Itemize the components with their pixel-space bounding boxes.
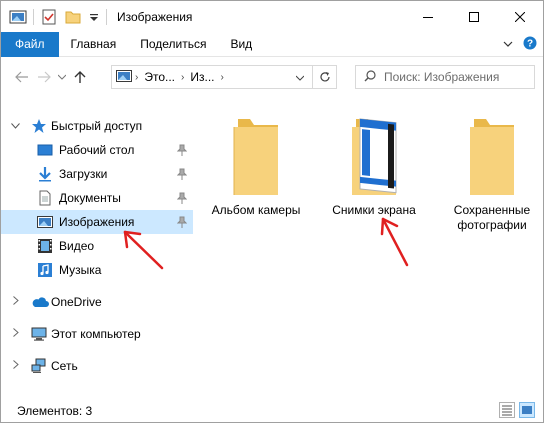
view-switcher [499, 402, 535, 418]
nav-item-documents[interactable]: Документы [1, 186, 193, 210]
ribbon-right-controls: ? [503, 32, 537, 57]
download-arrow-icon [37, 166, 53, 182]
tab-share[interactable]: Поделиться [128, 32, 218, 57]
recent-locations-chevron-icon[interactable] [55, 65, 69, 89]
cloud-icon [31, 295, 49, 311]
minimize-button[interactable] [405, 1, 451, 32]
file-view: Альбом камеры Снимки экрана Сохраненные … [201, 101, 543, 391]
collapsed-chevron-icon[interactable] [13, 296, 19, 308]
network-icon [31, 358, 47, 374]
tab-file[interactable]: Файл [1, 31, 59, 57]
back-button[interactable] [11, 65, 33, 89]
breadcrumb-pictures[interactable]: Из... [187, 70, 217, 84]
properties-icon[interactable] [40, 8, 58, 26]
toolbar-separator [33, 8, 34, 25]
folder-name: Сохраненные фотографии [437, 203, 543, 233]
tab-view[interactable]: Вид [218, 32, 264, 57]
expand-ribbon-chevron-icon[interactable] [503, 38, 513, 52]
refresh-button[interactable] [312, 66, 336, 88]
toolbar-separator [106, 8, 107, 25]
pictures-location-icon [116, 69, 132, 86]
status-bar: Элементов: 3 [1, 399, 543, 422]
folder-name-line: фотографии [457, 218, 527, 232]
nav-onedrive[interactable]: OneDrive [1, 290, 193, 314]
items-count: Элементов: 3 [17, 404, 93, 418]
nav-item-videos[interactable]: Видео [1, 234, 193, 258]
folder-item[interactable]: Сохраненные фотографии [437, 115, 543, 233]
breadcrumb-chevron-icon[interactable]: › [178, 72, 187, 83]
pictures-window-icon [9, 8, 27, 26]
close-button[interactable] [497, 1, 543, 32]
search-placeholder: Поиск: Изображения [384, 70, 500, 84]
nav-label: Быстрый доступ [51, 119, 143, 133]
collapsed-chevron-icon[interactable] [13, 360, 19, 372]
folder-item[interactable]: Альбом камеры [201, 115, 311, 218]
nav-this-pc[interactable]: Этот компьютер [1, 322, 193, 346]
folder-item[interactable]: Снимки экрана [319, 115, 429, 218]
customize-toolbar-chevron-icon[interactable] [88, 8, 100, 26]
pin-icon[interactable] [176, 192, 188, 204]
address-bar[interactable]: › Это... › Из... › [111, 65, 337, 89]
nav-label: OneDrive [51, 295, 102, 309]
nav-item-pictures[interactable]: Изображения [1, 210, 193, 234]
nav-item-downloads[interactable]: Загрузки [1, 162, 193, 186]
computer-icon [31, 326, 47, 342]
help-icon[interactable]: ? [523, 36, 537, 53]
window-title: Изображения [117, 9, 193, 24]
pin-icon[interactable] [176, 144, 188, 156]
desktop-icon [37, 142, 53, 158]
window-controls [405, 1, 543, 32]
breadcrumb-chevron-icon[interactable]: › [132, 72, 141, 83]
ribbon-tabs: Файл Главная Поделиться Вид ? [1, 31, 543, 57]
nav-label: Документы [59, 191, 121, 205]
quick-access-toolbar [1, 1, 113, 32]
folder-icon [460, 115, 524, 199]
screenshots-folder-icon [342, 115, 406, 199]
collapsed-chevron-icon[interactable] [13, 328, 19, 340]
up-button[interactable] [69, 65, 91, 89]
nav-label: Изображения [59, 215, 135, 229]
nav-item-desktop[interactable]: Рабочий стол [1, 138, 193, 162]
nav-label: Этот компьютер [51, 327, 141, 341]
folder-icon [224, 115, 288, 199]
pin-icon[interactable] [176, 216, 188, 228]
address-dropdown-chevron-icon[interactable] [295, 70, 305, 84]
maximize-button[interactable] [451, 1, 497, 32]
music-icon [37, 262, 53, 278]
nav-label: Загрузки [59, 167, 108, 181]
nav-label: Рабочий стол [59, 143, 135, 157]
breadcrumb-chevron-icon[interactable]: › [218, 72, 227, 83]
tab-home[interactable]: Главная [59, 32, 129, 57]
nav-quick-access[interactable]: Быстрый доступ [1, 114, 193, 138]
pictures-icon [37, 214, 53, 230]
search-icon [364, 69, 376, 85]
nav-network[interactable]: Сеть [1, 354, 193, 378]
pin-icon[interactable] [176, 168, 188, 180]
folder-name: Снимки экрана [332, 203, 416, 217]
explorer-window: Изображения Файл Главная Поделиться Вид … [0, 0, 544, 423]
document-icon [37, 190, 53, 206]
nav-item-music[interactable]: Музыка [1, 258, 193, 282]
navigation-pane: Быстрый доступ Рабочий стол Загрузки Док… [1, 109, 193, 389]
forward-button[interactable] [33, 65, 55, 89]
address-row: › Это... › Из... › Поиск: Изображения [1, 57, 543, 97]
details-view-icon[interactable] [499, 402, 515, 418]
folder-name-line: Сохраненные [453, 203, 531, 217]
search-input[interactable]: Поиск: Изображения [355, 65, 535, 89]
nav-label: Музыка [59, 263, 102, 277]
new-folder-icon[interactable] [64, 8, 82, 26]
svg-text:?: ? [527, 39, 533, 50]
star-icon [31, 118, 47, 134]
nav-label: Видео [59, 239, 95, 253]
breadcrumb-this-pc[interactable]: Это... [141, 70, 178, 84]
nav-label: Сеть [51, 359, 78, 373]
large-icons-view-icon[interactable] [519, 402, 535, 418]
folder-name: Альбом камеры [211, 203, 301, 217]
film-icon [37, 238, 53, 254]
title-bar: Изображения [1, 1, 543, 32]
expanded-chevron-icon[interactable] [11, 121, 20, 132]
